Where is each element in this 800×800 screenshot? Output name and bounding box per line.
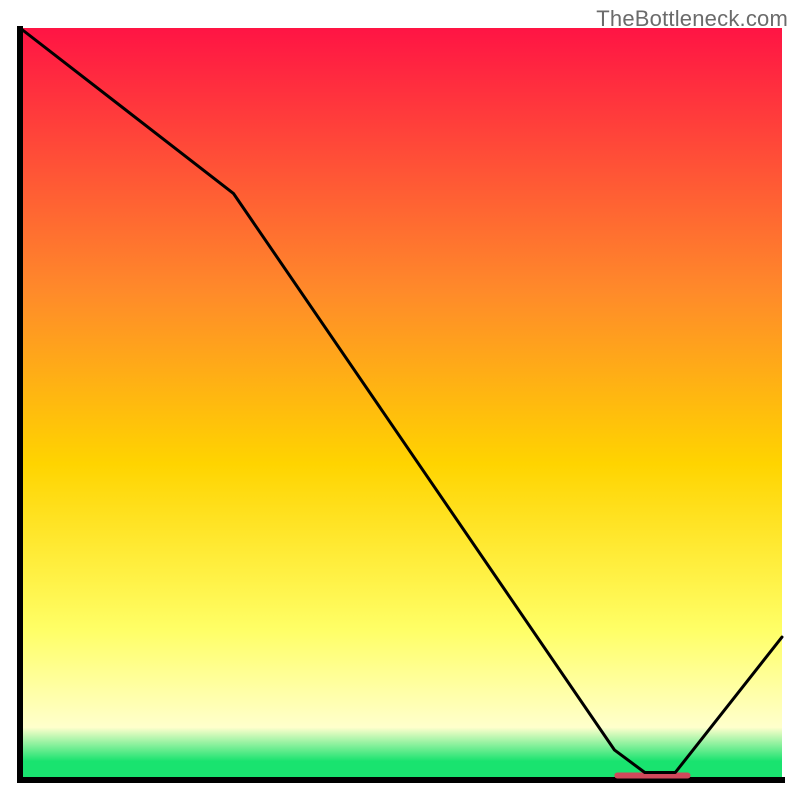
gradient-background [20, 28, 782, 780]
plot-area [14, 26, 786, 786]
chart-container: { "watermark": "TheBottleneck.com", "col… [0, 0, 800, 800]
chart-svg [14, 26, 786, 786]
